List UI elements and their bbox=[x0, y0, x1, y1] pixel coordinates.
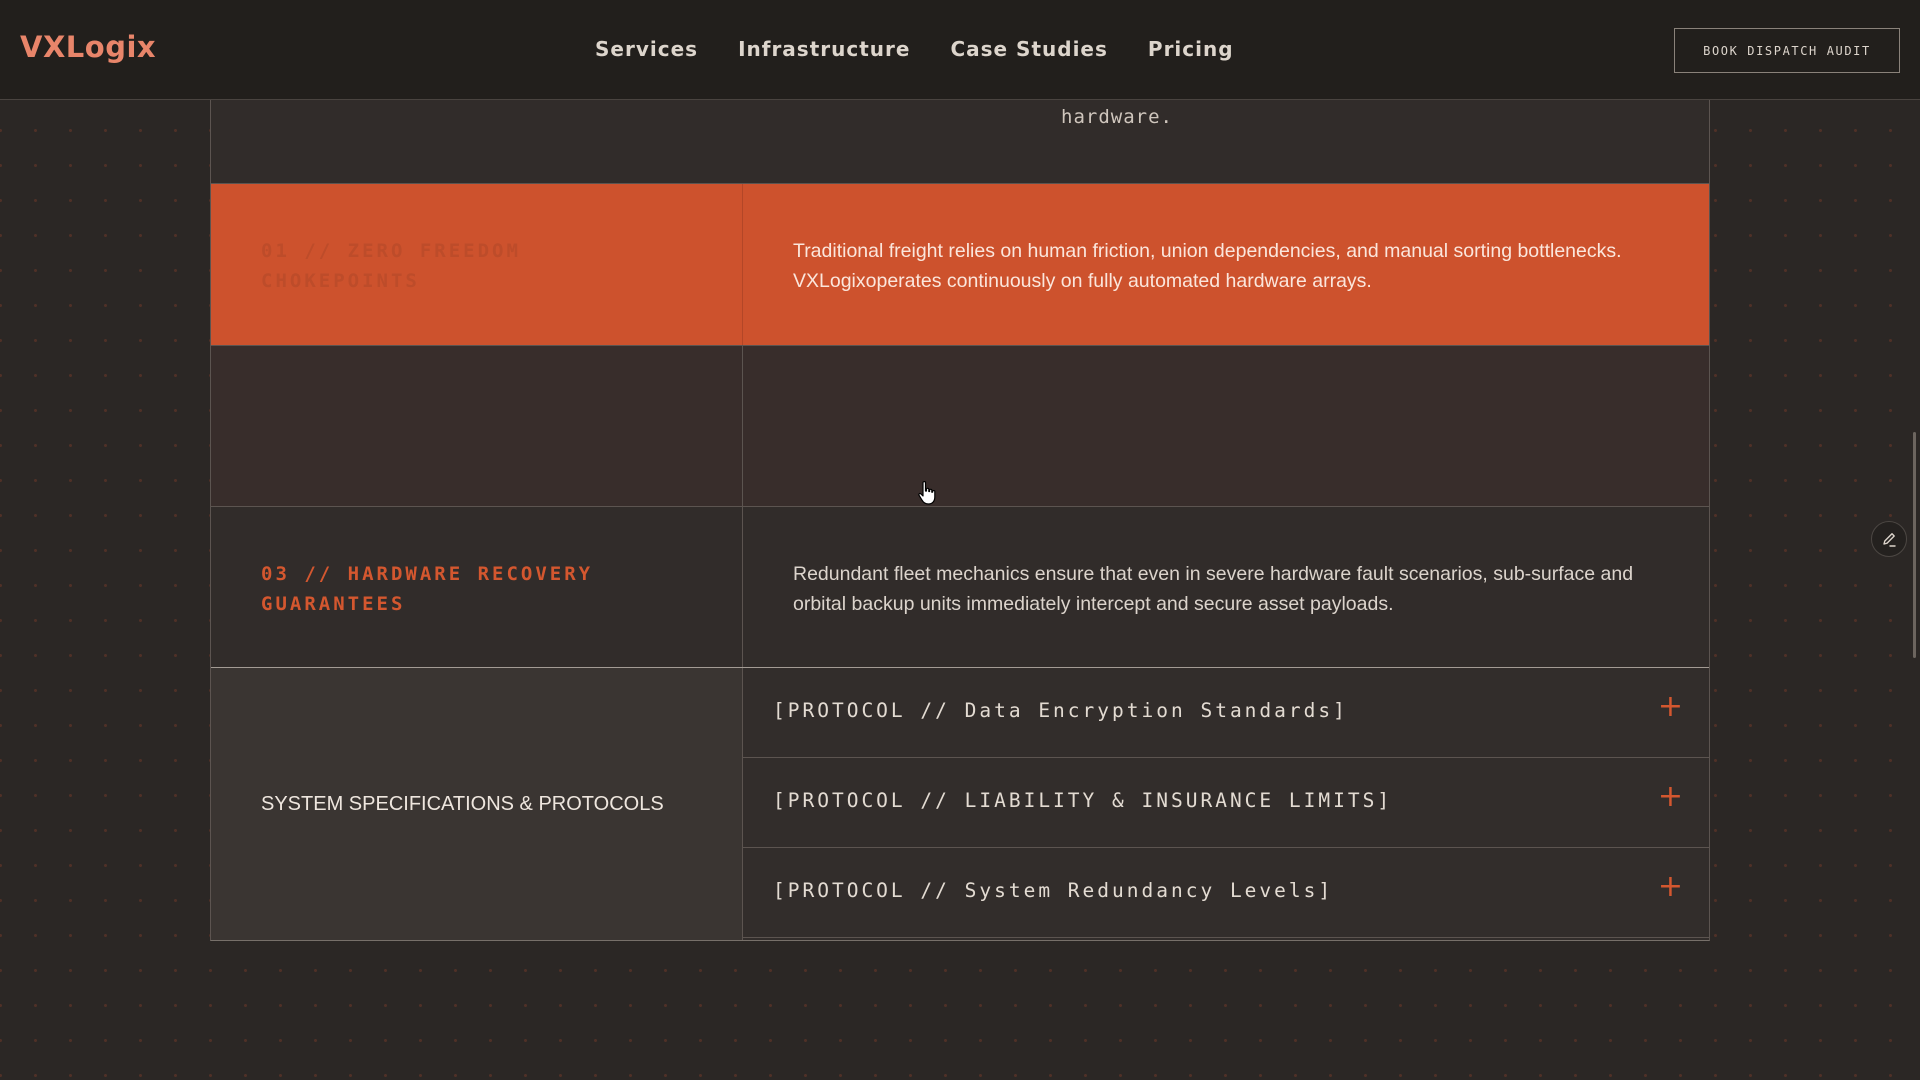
feature-row-zero-freedom[interactable]: 01 // ZERO FREEDOM CHOKEPOINTS Tradition… bbox=[211, 184, 1709, 345]
feature-row-empty[interactable] bbox=[211, 345, 1709, 506]
expand-plus-icon[interactable]: + bbox=[1658, 782, 1683, 812]
feature-description: Traditional freight relies on human fric… bbox=[793, 240, 1622, 292]
feature-description-cell bbox=[743, 346, 1709, 506]
edit-button[interactable] bbox=[1871, 521, 1907, 557]
book-dispatch-audit-button[interactable]: BOOK DISPATCH AUDIT bbox=[1674, 28, 1900, 73]
nav-link-infrastructure[interactable]: Infrastructure bbox=[738, 37, 910, 61]
feature-title: 01 // ZERO FREEDOM CHOKEPOINTS bbox=[261, 240, 521, 292]
specs-section: SYSTEM SPECIFICATIONS & PROTOCOLS [PROTO… bbox=[211, 668, 1709, 940]
accordion-item-data-encryption[interactable]: [PROTOCOL // Data Encryption Standards] … bbox=[743, 668, 1709, 758]
hand-pointer-cursor-icon bbox=[918, 481, 936, 505]
feature-description: Redundant fleet mechanics ensure that ev… bbox=[793, 563, 1634, 615]
feature-description-cell: Redundant fleet mechanics ensure that ev… bbox=[743, 507, 1709, 667]
nav-link-pricing[interactable]: Pricing bbox=[1148, 37, 1234, 61]
protocol-accordion: [PROTOCOL // Data Encryption Standards] … bbox=[743, 668, 1709, 940]
specs-title: SYSTEM SPECIFICATIONS & PROTOCOLS bbox=[261, 792, 664, 815]
expand-plus-icon[interactable]: + bbox=[1658, 692, 1683, 722]
brand-logo[interactable]: VXLogix bbox=[20, 30, 156, 64]
fragment-text: hardware. bbox=[1061, 106, 1173, 128]
accordion-label: [PROTOCOL // LIABILITY & INSURANCE LIMIT… bbox=[773, 789, 1393, 812]
accordion-item-liability-insurance[interactable]: [PROTOCOL // LIABILITY & INSURANCE LIMIT… bbox=[743, 758, 1709, 848]
pencil-icon bbox=[1883, 533, 1896, 547]
accordion-item-system-redundancy[interactable]: [PROTOCOL // System Redundancy Levels] + bbox=[743, 848, 1709, 938]
feature-title-cell: 03 // HARDWARE RECOVERY GUARANTEES bbox=[211, 507, 743, 667]
feature-title-cell: 01 // ZERO FREEDOM CHOKEPOINTS bbox=[211, 184, 743, 345]
top-navbar: VXLogix Services Infrastructure Case Stu… bbox=[0, 0, 1920, 100]
feature-row-hardware-recovery[interactable]: 03 // HARDWARE RECOVERY GUARANTEES Redun… bbox=[211, 506, 1709, 668]
accordion-label: [PROTOCOL // System Redundancy Levels] bbox=[773, 879, 1334, 902]
nav-link-case-studies[interactable]: Case Studies bbox=[950, 37, 1107, 61]
feature-description-cell: Traditional freight relies on human fric… bbox=[743, 184, 1709, 345]
expand-plus-icon[interactable]: + bbox=[1658, 872, 1683, 902]
accordion-label: [PROTOCOL // Data Encryption Standards] bbox=[773, 699, 1348, 722]
feature-title-cell bbox=[211, 346, 743, 506]
feature-title: 03 // HARDWARE RECOVERY GUARANTEES bbox=[261, 563, 594, 615]
main-nav: Services Infrastructure Case Studies Pri… bbox=[595, 37, 1274, 61]
previous-section-fragment: hardware. bbox=[211, 100, 1709, 184]
page-scrollbar[interactable] bbox=[1913, 432, 1916, 658]
features-panel: hardware. 01 // ZERO FREEDOM CHOKEPOINTS… bbox=[210, 100, 1710, 941]
nav-link-services[interactable]: Services bbox=[595, 37, 698, 61]
specs-heading-cell: SYSTEM SPECIFICATIONS & PROTOCOLS bbox=[211, 668, 743, 940]
